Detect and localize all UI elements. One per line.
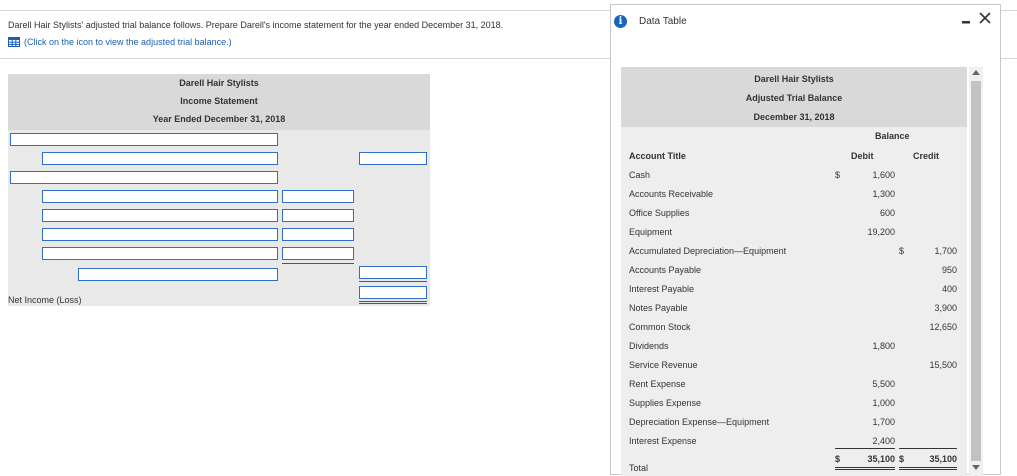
credit-amount: 12,650	[929, 322, 957, 332]
debit-total-double-rule	[835, 467, 895, 470]
credit-amount: 1,700	[934, 246, 957, 256]
account-name: Supplies Expense	[629, 398, 702, 408]
minimize-icon[interactable]	[960, 13, 974, 27]
total-credit: 35,100	[929, 454, 957, 464]
net-income-label: Net Income (Loss)	[8, 295, 82, 305]
account-name: Common Stock	[629, 322, 691, 332]
account-name: Accounts Payable	[629, 265, 702, 275]
account-name: Notes Payable	[629, 303, 688, 313]
account-name: Dividends	[629, 341, 669, 351]
total-debit-sign: $	[835, 454, 841, 464]
dialog-title: Data Table	[639, 16, 687, 27]
income-statement-form: Darell Hair Stylists Income Statement Ye…	[8, 74, 430, 306]
account-name: Rent Expense	[629, 379, 686, 389]
debit-amount: 600	[879, 208, 895, 218]
debit-total-rule	[835, 448, 895, 449]
account-name: Accumulated Depreciation—Equipment	[629, 246, 787, 256]
info-icon: i	[614, 15, 627, 28]
expense-account-input-3[interactable]	[42, 228, 278, 241]
expense-amount-input-2[interactable]	[282, 209, 354, 222]
debit-amount: 1,600	[872, 170, 895, 180]
expense-account-input-1[interactable]	[42, 190, 278, 203]
scroll-down-arrow-icon[interactable]	[972, 465, 980, 470]
debit-amount: 2,400	[872, 436, 895, 446]
net-income-amount-input[interactable]	[359, 286, 427, 299]
total-expenses-rule	[359, 281, 427, 282]
total-credit-sign: $	[899, 454, 905, 464]
dialog-scrollbar[interactable]	[969, 67, 983, 476]
close-icon[interactable]	[977, 10, 993, 26]
total-expenses-label-input[interactable]	[78, 268, 278, 281]
debit-header: Debit	[851, 151, 874, 161]
expense-subtotal-rule	[282, 263, 354, 264]
debit-amount: 19,200	[867, 227, 895, 237]
expense-amount-input-3[interactable]	[282, 228, 354, 241]
account-name: Office Supplies	[629, 208, 690, 218]
scrollbar-thumb[interactable]	[971, 81, 981, 461]
expense-amount-input-1[interactable]	[282, 190, 354, 203]
statement-period: Year Ended December 31, 2018	[8, 110, 430, 130]
credit-amount: 950	[941, 265, 957, 275]
debit-amount: 1,800	[872, 341, 895, 351]
table-grid-icon[interactable]	[8, 37, 20, 47]
scroll-up-arrow-icon[interactable]	[972, 70, 980, 75]
credit-total-rule	[899, 448, 957, 449]
trial-balance-table: Darell Hair Stylists Adjusted Trial Bala…	[621, 67, 967, 476]
tb-company: Darell Hair Stylists	[754, 74, 834, 84]
credit-amount: 15,500	[929, 360, 957, 370]
account-name: Equipment	[629, 227, 673, 237]
question-prompt: Darell Hair Stylists' adjusted trial bal…	[8, 20, 504, 30]
balance-header: Balance	[875, 131, 910, 141]
revenue-header-input[interactable]	[10, 133, 278, 146]
total-label: Total	[629, 463, 649, 473]
credit-total-double-rule	[899, 467, 957, 470]
revenue-account-input[interactable]	[42, 152, 278, 165]
debit-amount: 1,700	[872, 417, 895, 427]
revenue-amount-input[interactable]	[359, 152, 427, 165]
debit-sign: $	[835, 170, 841, 180]
total-expenses-amount-input[interactable]	[359, 266, 427, 279]
tb-title: Adjusted Trial Balance	[745, 93, 843, 103]
data-table-dialog: i Data Table Darell Hair Stylists Adjust…	[610, 4, 1001, 476]
credit-header: Credit	[913, 151, 940, 161]
statement-company: Darell Hair Stylists	[8, 74, 430, 92]
view-trial-balance-link[interactable]: (Click on the icon to view the adjusted …	[8, 37, 232, 47]
expenses-header-input[interactable]	[10, 171, 278, 184]
expense-account-input-4[interactable]	[42, 247, 278, 260]
account-title-header: Account Title	[629, 151, 686, 161]
debit-amount: 1,000	[872, 398, 895, 408]
account-name: Accounts Receivable	[629, 189, 714, 199]
debit-amount: 5,500	[872, 379, 895, 389]
total-debit: 35,100	[867, 454, 895, 464]
statement-title: Income Statement	[8, 92, 430, 110]
hint-text[interactable]: (Click on the icon to view the adjusted …	[24, 37, 232, 47]
credit-amount: 3,900	[934, 303, 957, 313]
account-name: Cash	[629, 170, 651, 180]
expense-amount-input-4[interactable]	[282, 247, 354, 260]
account-name: Interest Expense	[629, 436, 697, 446]
expense-account-input-2[interactable]	[42, 209, 278, 222]
account-name: Interest Payable	[629, 284, 695, 294]
credit-sign: $	[899, 246, 905, 256]
account-name: Service Revenue	[629, 360, 698, 370]
credit-amount: 400	[941, 284, 957, 294]
debit-amount: 1,300	[872, 189, 895, 199]
net-income-double-rule	[359, 301, 427, 304]
account-name: Depreciation Expense—Equipment	[629, 417, 770, 427]
tb-date: December 31, 2018	[753, 112, 835, 122]
